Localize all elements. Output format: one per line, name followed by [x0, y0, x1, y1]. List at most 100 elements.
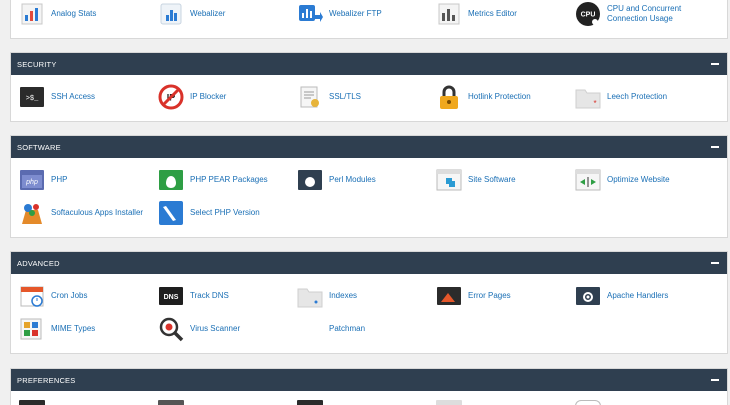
- cron-jobs-link[interactable]: Cron Jobs: [19, 283, 87, 309]
- advanced-title: ADVANCED: [17, 258, 60, 268]
- metrics-editor-link[interactable]: Metrics Editor: [436, 1, 517, 27]
- php-link[interactable]: php PHP: [19, 167, 67, 193]
- preferences-title: PREFERENCES: [17, 375, 76, 385]
- optimize-website-icon: [575, 167, 601, 193]
- softaculous-icon: [19, 200, 45, 226]
- security-title: SECURITY: [17, 59, 57, 69]
- optimize-website-label: Optimize Website: [607, 175, 670, 184]
- select-php-version-label: Select PHP Version: [190, 208, 260, 217]
- leech-protection-label: Leech Protection: [607, 92, 668, 101]
- preferences-icon-2[interactable]: [158, 400, 184, 405]
- softaculous-label: Softaculous Apps Installer: [51, 208, 144, 217]
- cron-jobs-label: Cron Jobs: [51, 291, 88, 300]
- metrics-panel: Analog Stats Webalizer Webalizer FTP Met…: [10, 0, 728, 39]
- ssl-tls-label: SSL/TLS: [329, 92, 362, 101]
- webalizer-label: Webalizer: [190, 9, 226, 18]
- patchman-link[interactable]: Patchman: [297, 316, 365, 342]
- collapse-icon[interactable]: [711, 379, 719, 381]
- dns-icon: DNS: [158, 283, 184, 309]
- terminal-icon: >$_: [19, 84, 45, 110]
- virus-scanner-label: Virus Scanner: [190, 324, 241, 333]
- softaculous-link[interactable]: Softaculous Apps Installer: [19, 200, 143, 226]
- site-software-link[interactable]: Site Software: [436, 167, 516, 193]
- advanced-header[interactable]: ADVANCED: [11, 252, 727, 274]
- analog-stats-label: Analog Stats: [51, 9, 97, 18]
- preferences-header[interactable]: PREFERENCES: [11, 369, 727, 391]
- terminal-icon-text: >$_: [26, 95, 39, 103]
- patchman-label: Patchman: [329, 324, 366, 333]
- track-dns-link[interactable]: DNS Track DNS: [158, 283, 229, 309]
- dns-icon-text: DNS: [164, 294, 179, 301]
- webalizer-ftp-link[interactable]: Webalizer FTP: [297, 1, 382, 27]
- ssl-certificate-icon: [297, 84, 323, 110]
- security-header[interactable]: SECURITY: [11, 53, 727, 75]
- collapse-icon[interactable]: [711, 262, 719, 264]
- track-dns-label: Track DNS: [190, 291, 229, 300]
- analog-stats-link[interactable]: Analog Stats: [19, 1, 96, 27]
- preferences-icon-3[interactable]: [297, 400, 323, 405]
- webalizer-link[interactable]: Webalizer: [158, 1, 225, 27]
- apache-handlers-icon: [575, 283, 601, 309]
- perl-modules-link[interactable]: Perl Modules: [297, 167, 376, 193]
- error-pages-label: Error Pages: [468, 291, 511, 300]
- php-icon: php: [19, 167, 45, 193]
- patchman-icon: [297, 316, 323, 342]
- webalizer-ftp-icon: [297, 1, 323, 27]
- error-pages-link[interactable]: Error Pages: [436, 283, 511, 309]
- cpu-usage-label: CPU and Concurrent Connection Usage: [607, 4, 682, 23]
- virus-scanner-link[interactable]: Virus Scanner: [158, 316, 240, 342]
- mime-types-link[interactable]: MIME Types: [19, 316, 95, 342]
- php-pear-link[interactable]: PHP PEAR Packages: [158, 167, 268, 193]
- svg-text:*: *: [593, 99, 596, 108]
- site-software-icon: [436, 167, 462, 193]
- hotlink-protection-label: Hotlink Protection: [468, 92, 531, 101]
- optimize-website-link[interactable]: Optimize Website: [575, 167, 670, 193]
- indexes-label: Indexes: [329, 291, 358, 300]
- ip-blocker-link[interactable]: IP IP Blocker: [158, 84, 226, 110]
- apache-handlers-link[interactable]: Apache Handlers: [575, 283, 668, 309]
- preferences-icon-5[interactable]: [575, 400, 601, 405]
- advanced-panel: ADVANCED Cron Jobs DNS Track DNS Indexes…: [10, 251, 728, 354]
- software-header[interactable]: SOFTWARE: [11, 136, 727, 158]
- cpu-icon-text: CPU: [581, 12, 596, 19]
- php-label: PHP: [51, 175, 68, 184]
- virus-scanner-icon: [158, 316, 184, 342]
- mime-types-icon: [19, 316, 45, 342]
- site-software-label: Site Software: [468, 175, 516, 184]
- cpu-usage-icon: CPU: [575, 1, 601, 27]
- ip-blocker-label: IP Blocker: [190, 92, 227, 101]
- php-pear-label: PHP PEAR Packages: [190, 175, 268, 184]
- webalizer-ftp-label: Webalizer FTP: [329, 9, 382, 18]
- calendar-icon: [19, 283, 45, 309]
- perl-modules-label: Perl Modules: [329, 175, 376, 184]
- indexes-link[interactable]: Indexes: [297, 283, 357, 309]
- webalizer-icon: [158, 1, 184, 27]
- select-php-version-icon: [158, 200, 184, 226]
- php-icon-text: php: [25, 179, 38, 186]
- software-title: SOFTWARE: [17, 142, 61, 152]
- padlock-icon: [436, 84, 462, 110]
- preferences-panel: PREFERENCES: [10, 368, 728, 405]
- mime-types-label: MIME Types: [51, 324, 96, 333]
- security-panel: SECURITY >$_ SSH Access IP IP Blocker: [10, 52, 728, 122]
- hotlink-protection-link[interactable]: Hotlink Protection: [436, 84, 531, 110]
- apache-handlers-label: Apache Handlers: [607, 291, 669, 300]
- collapse-icon[interactable]: [711, 63, 719, 65]
- ssh-access-link[interactable]: >$_ SSH Access: [19, 84, 95, 110]
- leech-protection-link[interactable]: * Leech Protection: [575, 84, 667, 110]
- error-pages-icon: [436, 283, 462, 309]
- metrics-editor-label: Metrics Editor: [468, 9, 517, 18]
- preferences-icon-1[interactable]: [19, 400, 45, 405]
- preferences-icon-4[interactable]: [436, 400, 462, 405]
- ip-blocker-icon: IP: [158, 84, 184, 110]
- folder-leech-icon: *: [575, 84, 601, 110]
- php-pear-icon: [158, 167, 184, 193]
- software-panel: SOFTWARE php PHP PHP PEAR Packages Perl …: [10, 135, 728, 238]
- metrics-editor-icon: [436, 1, 462, 27]
- ssh-access-label: SSH Access: [51, 92, 96, 101]
- folder-index-icon: [297, 283, 323, 309]
- cpu-usage-link[interactable]: CPU CPU and Concurrent Connection Usage: [575, 1, 707, 27]
- select-php-version-link[interactable]: Select PHP Version: [158, 200, 260, 226]
- ssl-tls-link[interactable]: SSL/TLS: [297, 84, 361, 110]
- collapse-icon[interactable]: [711, 146, 719, 148]
